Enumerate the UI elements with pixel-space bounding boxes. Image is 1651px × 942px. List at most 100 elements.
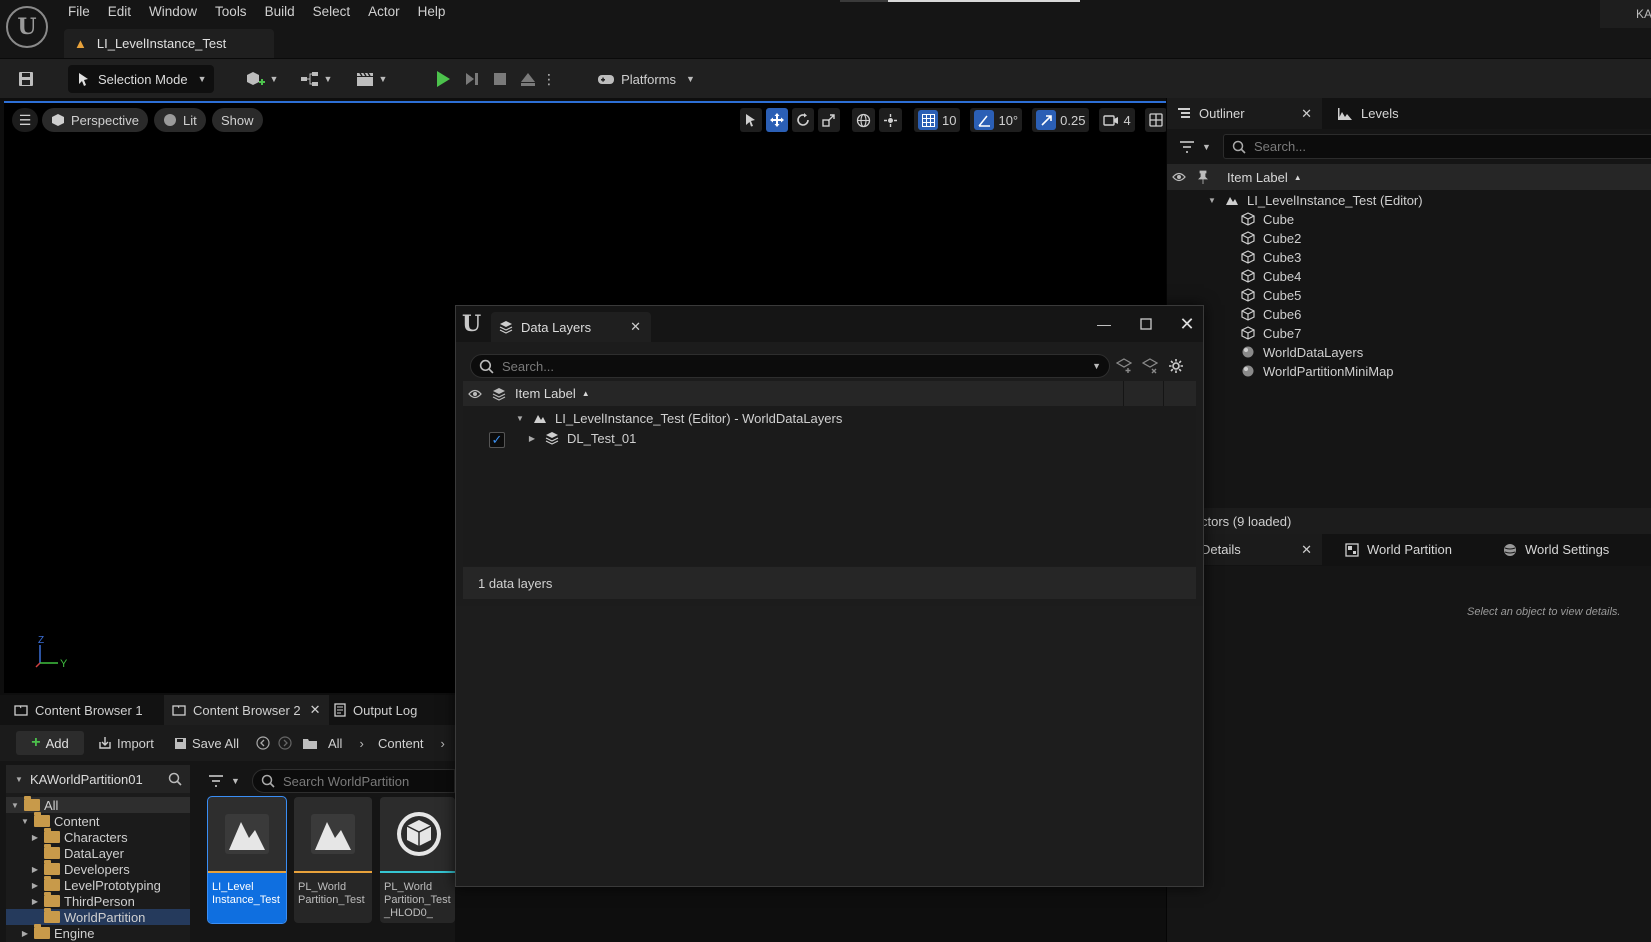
menu-build[interactable]: Build <box>257 0 305 24</box>
window-close-button[interactable]: ✕ <box>1171 311 1203 337</box>
add-to-data-layer-icon[interactable] <box>1116 358 1132 374</box>
browse-folder-button[interactable] <box>302 731 318 755</box>
collapse-arrow-icon[interactable]: ▼ <box>20 817 30 826</box>
expand-arrow-icon[interactable]: ▶ <box>30 897 40 906</box>
surface-snap-button[interactable] <box>879 108 902 132</box>
unreal-logo-icon[interactable]: U <box>6 6 48 48</box>
collapse-arrow-icon[interactable]: ▼ <box>515 414 525 423</box>
data-layers-search-input[interactable]: Search... ▼ <box>470 354 1110 378</box>
data-layers-item-label-header[interactable]: Item Label <box>515 386 576 401</box>
data-layers-titlebar[interactable]: U Data Layers ✕ — ✕ <box>456 306 1203 342</box>
skip-frame-button[interactable] <box>458 66 486 92</box>
user-badge[interactable]: KA <box>1600 0 1651 28</box>
close-icon[interactable]: ✕ <box>630 319 641 335</box>
menu-actor[interactable]: Actor <box>360 0 410 24</box>
expand-arrow-icon[interactable]: ▶ <box>30 881 40 890</box>
viewport-menu-button[interactable]: ☰ <box>12 108 38 132</box>
show-button[interactable]: Show <box>212 108 263 132</box>
content-search-input[interactable]: Search WorldPartition <box>252 769 455 793</box>
expand-arrow-icon[interactable]: ▶ <box>20 929 30 938</box>
minimize-button[interactable]: — <box>1088 312 1120 336</box>
camera-speed-button[interactable]: 4 <box>1099 108 1135 132</box>
cinematics-button[interactable]: ▼ <box>352 66 390 92</box>
outliner-item-label-header[interactable]: Item Label <box>1227 170 1288 185</box>
scale-tool-button[interactable] <box>818 108 840 132</box>
rotate-tool-button[interactable] <box>792 108 814 132</box>
outliner-search-input[interactable]: Search... <box>1223 134 1651 159</box>
visibility-eye-icon[interactable] <box>1167 172 1191 182</box>
collapse-arrow-icon[interactable]: ▼ <box>10 801 20 810</box>
asset-tile[interactable]: PL_World Partition_Test _HLOD0_ <box>380 797 455 923</box>
data-layer-row[interactable]: ▶ DL_Test_01 <box>527 428 636 448</box>
tree-item-worldpartition[interactable]: WorldPartition <box>6 908 190 925</box>
outliner-item-cube4[interactable]: Cube4 <box>1241 266 1301 286</box>
remove-from-data-layer-icon[interactable] <box>1142 358 1158 374</box>
tab-world-settings[interactable]: World Settings <box>1493 534 1619 565</box>
grid-snap-button[interactable]: 10 <box>914 108 961 132</box>
data-layer-visible-checkbox[interactable]: ✓ <box>489 432 505 448</box>
translate-tool-button[interactable] <box>766 108 788 132</box>
expand-arrow-icon[interactable]: ▶ <box>527 434 537 443</box>
menu-window[interactable]: Window <box>141 0 207 24</box>
outliner-item-worldpartitionminimap[interactable]: WorldPartitionMiniMap <box>1241 361 1394 381</box>
viewport-layout-button[interactable] <box>1144 108 1167 132</box>
menu-tools[interactable]: Tools <box>207 0 257 24</box>
tab-data-layers[interactable]: Data Layers ✕ <box>491 312 651 342</box>
menu-help[interactable]: Help <box>410 0 456 24</box>
chevron-down-icon[interactable]: ▼ <box>1092 361 1101 371</box>
outliner-root-row[interactable]: ▼ LI_LevelInstance_Test (Editor) <box>1207 190 1423 210</box>
tree-item-thirdperson[interactable]: ▶ ThirdPerson <box>6 892 190 909</box>
outliner-item-cube7[interactable]: Cube7 <box>1241 323 1301 343</box>
tab-content-browser-1[interactable]: Content Browser 1 <box>6 695 151 725</box>
gear-icon[interactable] <box>1168 358 1184 374</box>
pin-icon[interactable] <box>1191 170 1215 184</box>
tab-outliner[interactable]: Outliner ✕ <box>1167 98 1322 129</box>
path-all-breadcrumb[interactable]: All › <box>328 731 364 755</box>
tab-content-browser-2[interactable]: Content Browser 2 ✕ <box>164 695 329 725</box>
outliner-item-cube6[interactable]: Cube6 <box>1241 304 1301 324</box>
tab-world-partition[interactable]: World Partition <box>1335 534 1462 565</box>
collapse-arrow-icon[interactable]: ▼ <box>14 775 24 784</box>
outliner-item-worlddatalayers[interactable]: WorldDataLayers <box>1241 342 1363 362</box>
tab-levels[interactable]: Levels <box>1327 98 1409 129</box>
maximize-button[interactable] <box>1130 312 1162 336</box>
close-icon[interactable]: ✕ <box>310 702 321 718</box>
history-forward-button[interactable] <box>278 731 292 755</box>
content-filter-button[interactable]: ▼ <box>208 769 244 793</box>
tab-output-log[interactable]: Output Log <box>326 695 425 725</box>
data-layers-root-row[interactable]: ▼ LI_LevelInstance_Test (Editor) - World… <box>515 408 842 428</box>
close-icon[interactable]: ✕ <box>1301 542 1312 558</box>
outliner-item-cube5[interactable]: Cube5 <box>1241 285 1301 305</box>
tree-item-developers[interactable]: ▶ Developers <box>6 860 190 877</box>
tree-item-datalayer[interactable]: DataLayer <box>6 844 190 861</box>
path-content-breadcrumb[interactable]: Content › <box>378 731 445 755</box>
platforms-dropdown[interactable]: Platforms ▼ <box>596 66 696 92</box>
outliner-filter-button[interactable]: ▼ <box>1179 136 1215 158</box>
tree-item-engine[interactable]: ▶ Engine <box>6 924 190 941</box>
tree-item-content[interactable]: ▼ Content <box>6 812 190 829</box>
outliner-item-cube3[interactable]: Cube3 <box>1241 247 1301 267</box>
selection-mode-dropdown[interactable]: Selection Mode ▼ <box>68 65 214 93</box>
menu-edit[interactable]: Edit <box>100 0 141 24</box>
add-button[interactable]: + Add <box>16 731 84 755</box>
history-back-button[interactable] <box>256 731 270 755</box>
tree-item-levelprototyping[interactable]: ▶ LevelPrototyping <box>6 876 190 893</box>
outliner-item-cube2[interactable]: Cube2 <box>1241 228 1301 248</box>
eject-button[interactable] <box>514 66 542 92</box>
level-tab[interactable]: ▲ LI_LevelInstance_Test <box>64 29 274 58</box>
data-layers-column-icon[interactable] <box>487 387 511 401</box>
lit-button[interactable]: Lit <box>154 108 206 132</box>
menu-select[interactable]: Select <box>305 0 361 24</box>
world-local-button[interactable] <box>852 108 875 132</box>
play-button[interactable] <box>428 66 458 92</box>
save-all-button[interactable]: Save All <box>174 731 239 755</box>
asset-tile[interactable]: PL_World Partition_Test <box>294 797 372 923</box>
save-button[interactable] <box>12 66 40 92</box>
tree-item-all[interactable]: ▼ All <box>6 796 190 813</box>
scale-snap-button[interactable]: 0.25 <box>1032 108 1090 132</box>
add-actor-button[interactable]: ▼ <box>244 66 280 92</box>
close-icon[interactable]: ✕ <box>1301 106 1312 122</box>
perspective-button[interactable]: Perspective <box>42 108 148 132</box>
import-button[interactable]: Import <box>98 731 154 755</box>
tree-item-characters[interactable]: ▶ Characters <box>6 828 190 845</box>
